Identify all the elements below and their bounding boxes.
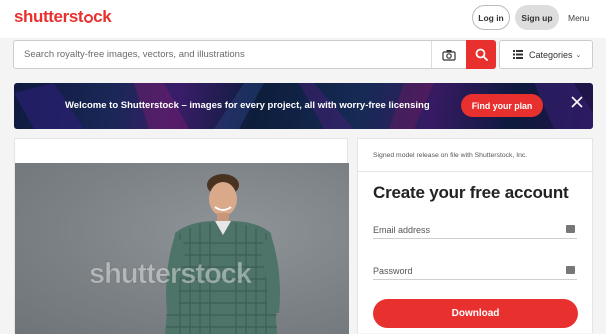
create-account-panel: Signed model release on file with Shutte… xyxy=(357,138,594,333)
search-bar xyxy=(13,40,496,69)
banner-message: Welcome to Shutterstock – images for eve… xyxy=(65,100,430,111)
categories-label: Categories xyxy=(529,49,573,60)
list-icon xyxy=(513,50,523,59)
top-navigation: shutterst ck Log in Sign up Menu xyxy=(0,0,606,38)
menu-button[interactable]: Menu xyxy=(568,13,589,23)
password-field xyxy=(373,263,577,280)
model-release-note: Signed model release on file with Shutte… xyxy=(373,152,528,159)
image-search-button[interactable] xyxy=(431,41,466,68)
find-your-plan-button[interactable]: Find your plan xyxy=(461,94,543,117)
search-input[interactable] xyxy=(14,41,431,68)
create-account-title: Create your free account xyxy=(373,183,569,202)
camera-search-icon xyxy=(442,49,456,61)
logo-text-end: ck xyxy=(93,7,112,26)
promo-banner: Welcome to Shutterstock – images for eve… xyxy=(14,83,593,129)
email-input[interactable] xyxy=(373,222,559,238)
search-icon xyxy=(475,48,488,61)
signup-button[interactable]: Sign up xyxy=(515,5,559,30)
keyboard-icon xyxy=(566,266,575,274)
keyboard-icon xyxy=(566,225,575,233)
logo-o-mark xyxy=(83,14,93,23)
email-field xyxy=(373,222,577,239)
shutterstock-logo[interactable]: shutterst ck xyxy=(14,7,112,27)
divider xyxy=(358,171,594,172)
close-icon[interactable] xyxy=(570,95,584,109)
image-preview-panel: shutterstock xyxy=(14,138,349,334)
categories-dropdown[interactable]: Categories ⌄ xyxy=(499,40,593,69)
download-button[interactable]: Download xyxy=(373,299,578,328)
watermark-text: shutterstock xyxy=(89,258,253,291)
search-button[interactable] xyxy=(466,40,496,69)
man-figure-illustration xyxy=(165,174,280,334)
chevron-down-icon: ⌄ xyxy=(575,51,582,59)
password-input[interactable] xyxy=(373,263,559,279)
stock-photo[interactable]: shutterstock xyxy=(15,163,349,334)
login-button[interactable]: Log in xyxy=(472,5,510,30)
logo-text-start: shutterst xyxy=(14,7,84,26)
